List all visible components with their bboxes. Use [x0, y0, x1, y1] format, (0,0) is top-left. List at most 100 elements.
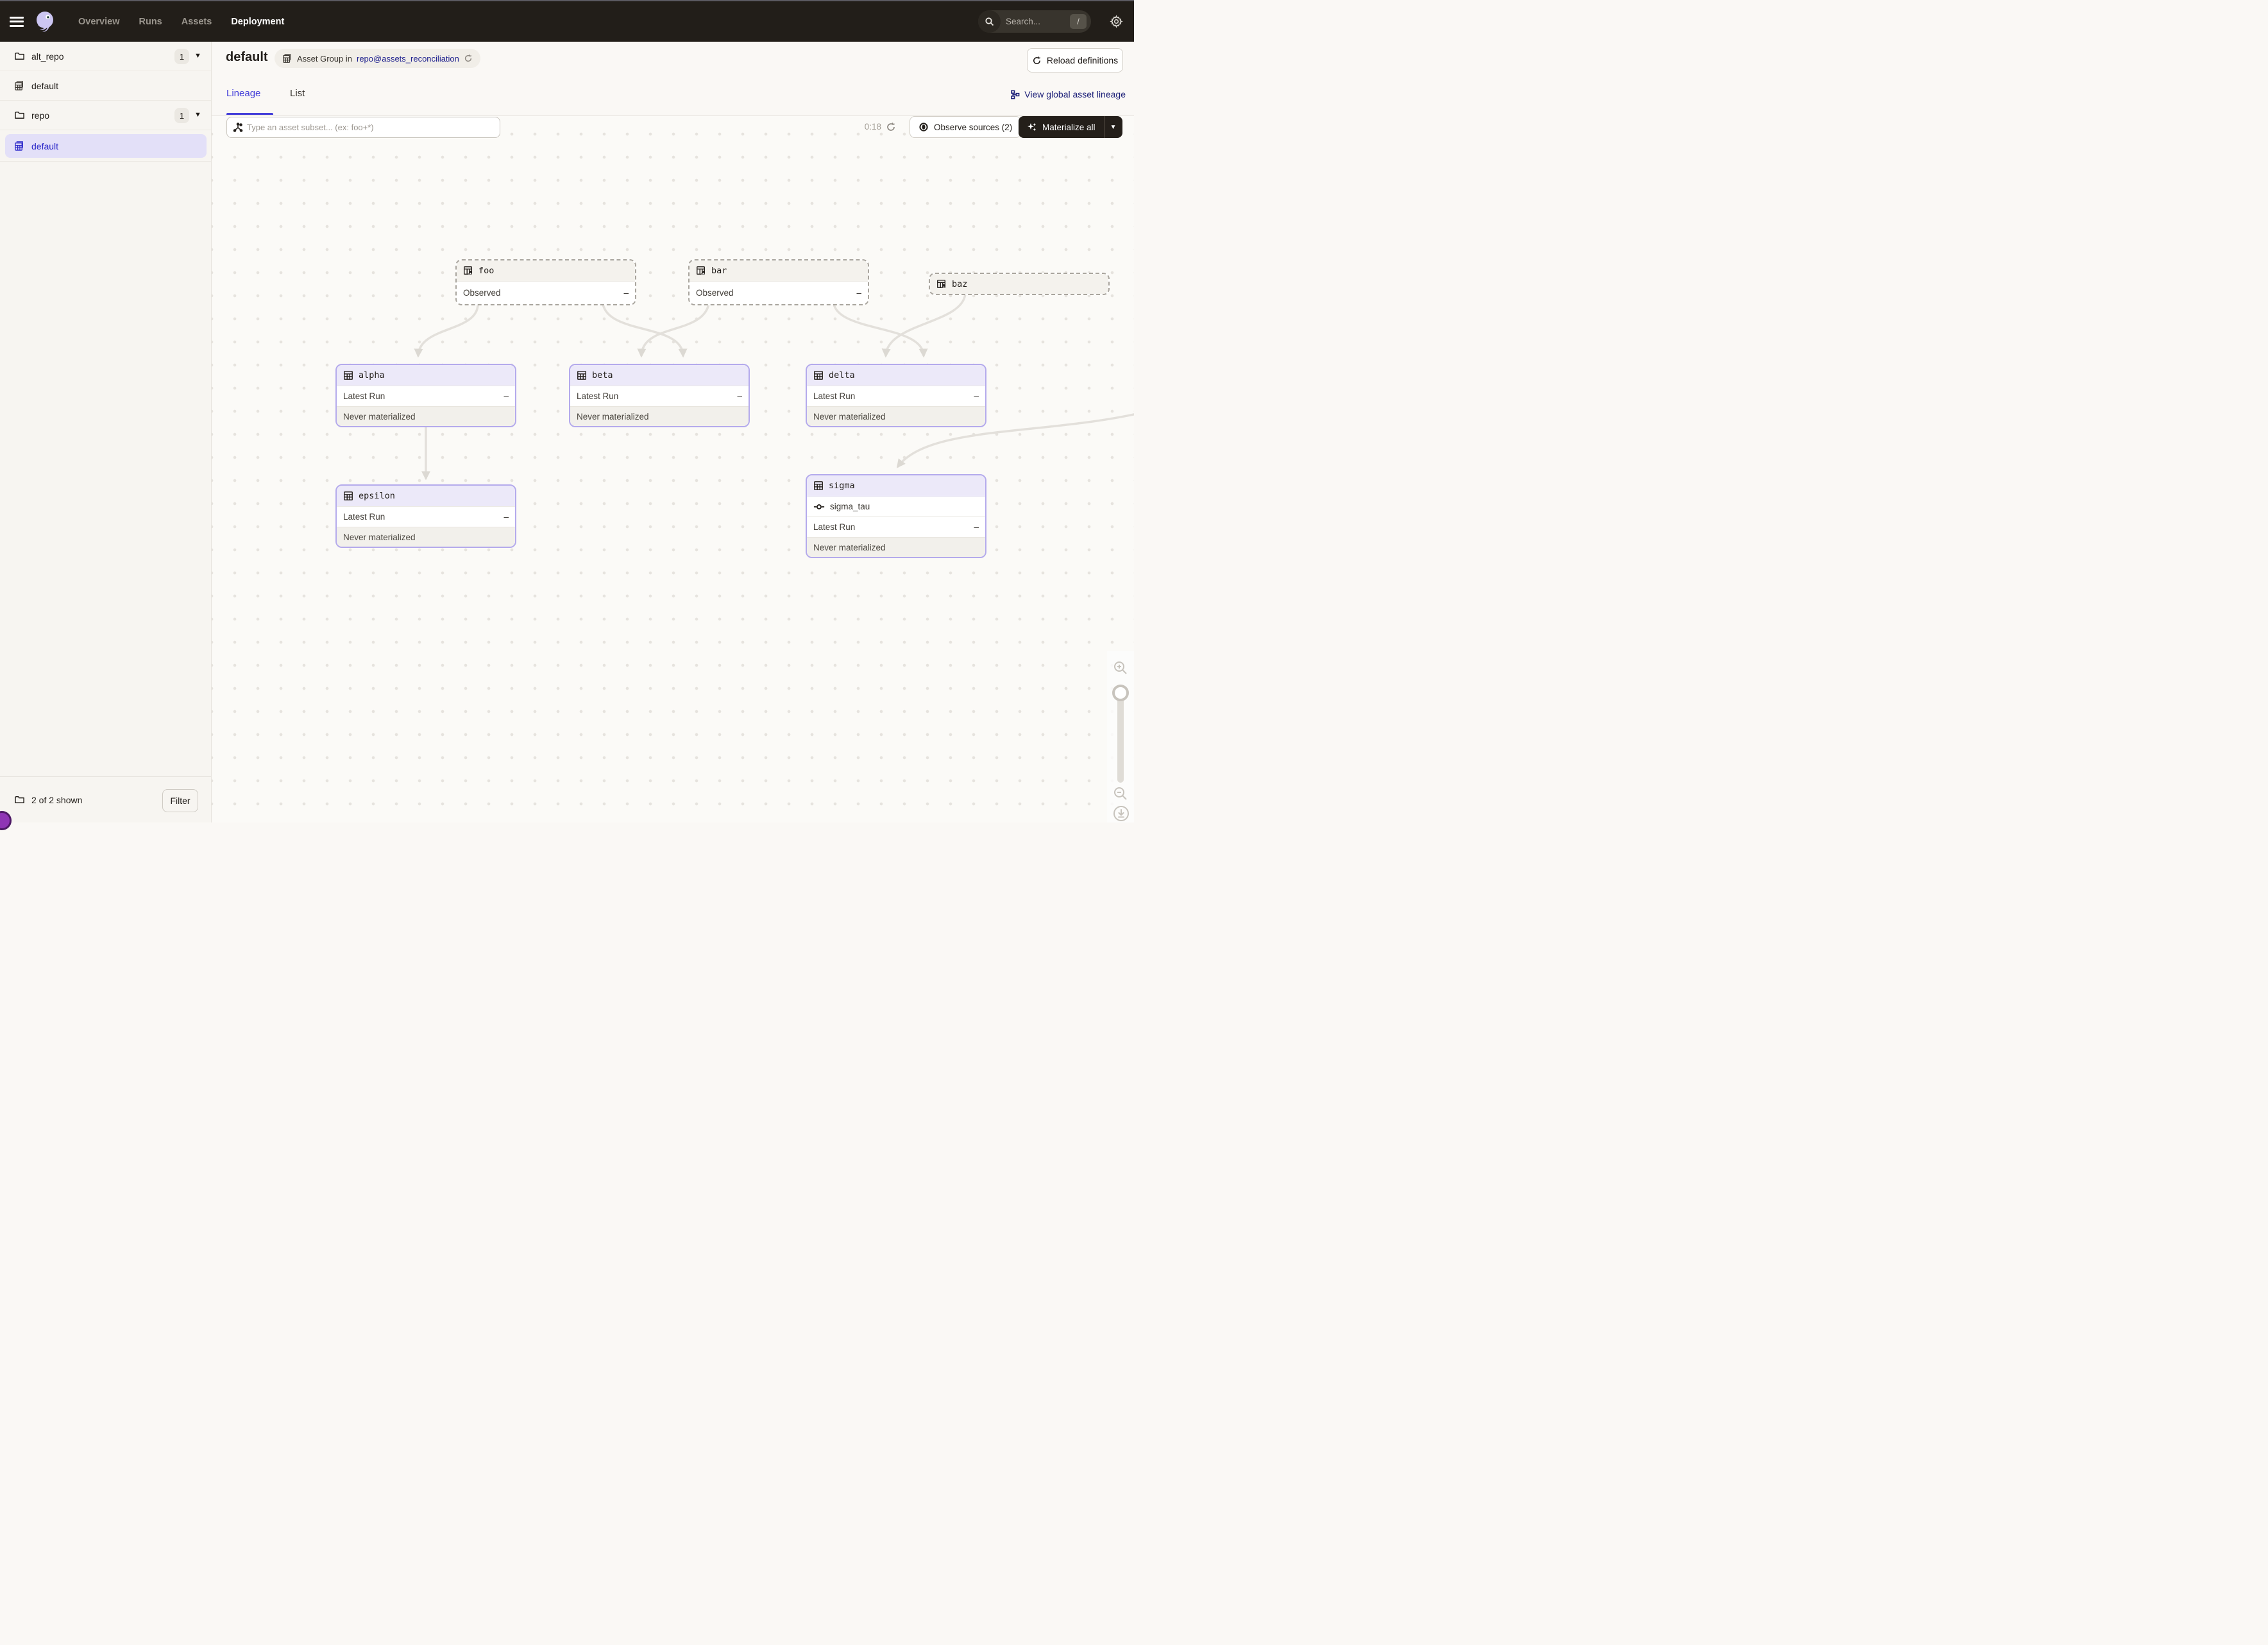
reload-definitions-button[interactable]: Reload definitions — [1027, 48, 1123, 72]
asset-node-beta[interactable]: beta Latest Run – Never materialized — [569, 364, 750, 427]
reload-location-icon[interactable] — [464, 54, 473, 63]
tab-lineage[interactable]: Lineage — [226, 88, 260, 99]
observe-eye-icon — [918, 122, 929, 132]
table-icon — [343, 370, 353, 380]
sidebar-item-alt-repo[interactable]: alt_repo 1 ▼ — [0, 42, 211, 71]
zoom-in-icon[interactable] — [1113, 660, 1128, 676]
nav-item-deployment[interactable]: Deployment — [231, 17, 284, 27]
asset-group-icon — [14, 141, 25, 151]
nav-links: Overview Runs Assets Deployment — [78, 17, 284, 27]
observed-label: Observed — [463, 288, 501, 298]
sidebar-item-repo[interactable]: repo 1 ▼ — [0, 101, 211, 130]
asset-name: sigma — [829, 481, 855, 491]
asset-node-epsilon[interactable]: epsilon Latest Run – Never materialized — [335, 484, 516, 548]
page-header: default Asset Group in repo@assets_recon… — [212, 42, 1134, 116]
refresh-icon[interactable] — [886, 122, 896, 132]
latest-run-label: Latest Run — [343, 512, 385, 522]
asset-node-alpha[interactable]: alpha Latest Run – Never materialized — [335, 364, 516, 427]
latest-run-value: – — [974, 391, 979, 401]
observe-sources-label: Observe sources (2) — [934, 123, 1012, 132]
asset-group-icon — [282, 53, 292, 64]
search-placeholder: Search... — [1006, 17, 1070, 26]
materialization-status: Never materialized — [807, 537, 985, 557]
count-badge: 1 — [174, 108, 189, 123]
asset-name: foo — [478, 266, 494, 276]
folder-icon — [14, 110, 25, 121]
asset-subset-input-wrap — [226, 117, 500, 138]
chevron-down-icon[interactable]: ▼ — [194, 52, 201, 60]
shown-count-label: 2 of 2 shown — [31, 795, 82, 805]
zoom-controls — [1107, 651, 1134, 822]
op-selector-icon — [233, 123, 243, 133]
lineage-graph-icon — [1010, 90, 1020, 99]
lineage-canvas[interactable] — [212, 116, 1134, 822]
table-icon — [577, 370, 587, 380]
table-icon — [343, 491, 353, 501]
tab-list[interactable]: List — [290, 88, 305, 99]
sidebar-item-default-altrepo[interactable]: default — [0, 71, 211, 101]
latest-run-label: Latest Run — [577, 391, 618, 401]
asset-node-bar[interactable]: bar Observed – — [688, 259, 869, 305]
breadcrumb-prefix: Asset Group in — [297, 54, 352, 64]
sidebar-item-label: default — [31, 141, 58, 151]
window-edge — [0, 0, 1134, 1]
asset-node-delta[interactable]: delta Latest Run – Never materialized — [806, 364, 986, 427]
repo-link[interactable]: repo@assets_reconciliation — [357, 54, 459, 64]
sidebar-item-default-selected[interactable]: default — [0, 130, 211, 162]
asset-check-name: sigma_tau — [830, 502, 870, 511]
table-icon — [813, 370, 824, 380]
asset-node-baz[interactable]: baz — [929, 273, 1110, 295]
source-table-icon — [936, 279, 947, 289]
materialization-status: Never materialized — [570, 406, 749, 426]
nav-item-runs[interactable]: Runs — [139, 17, 162, 27]
latest-run-value: – — [974, 522, 979, 532]
asset-name: baz — [952, 279, 967, 289]
gear-icon[interactable] — [1110, 15, 1123, 28]
chevron-down-icon[interactable]: ▼ — [194, 111, 201, 119]
asset-check-row[interactable]: sigma_tau — [807, 496, 985, 516]
view-global-asset-lineage-link[interactable]: View global asset lineage — [1010, 89, 1126, 99]
top-nav: Overview Runs Assets Deployment Search..… — [0, 1, 1134, 42]
asset-group-breadcrumb: Asset Group in repo@assets_reconciliatio… — [275, 49, 480, 68]
materialize-all-button[interactable]: Materialize all ▼ — [1019, 116, 1122, 138]
latest-run-value: – — [504, 512, 509, 522]
asset-node-sigma[interactable]: sigma sigma_tau Latest Run – Never mater… — [806, 474, 986, 558]
materialization-status: Never materialized — [337, 527, 515, 547]
search-input[interactable]: Search... / — [978, 10, 1091, 33]
asset-check-icon — [813, 502, 825, 511]
sidebar-item-label: default — [31, 81, 58, 91]
asset-name: delta — [829, 370, 855, 380]
download-icon[interactable] — [1113, 805, 1130, 822]
refresh-icon — [1032, 56, 1042, 65]
source-table-icon — [463, 266, 473, 276]
sidebar-item-label: alt_repo — [31, 51, 64, 62]
zoom-slider-track[interactable] — [1117, 688, 1124, 783]
asset-subset-input[interactable] — [247, 123, 500, 132]
zoom-slider-knob[interactable] — [1112, 685, 1129, 701]
latest-run-label: Latest Run — [813, 391, 855, 401]
page-title: default — [226, 50, 268, 65]
materialize-all-label: Materialize all — [1042, 123, 1096, 132]
folder-icon — [14, 51, 25, 62]
notification-blob — [0, 811, 12, 830]
source-table-icon — [696, 266, 706, 276]
sparkle-icon — [1027, 122, 1037, 132]
search-shortcut-key: / — [1070, 14, 1087, 29]
hamburger-menu-icon[interactable] — [10, 17, 24, 27]
asset-node-foo[interactable]: foo Observed – — [455, 259, 636, 305]
search-icon — [978, 10, 1001, 33]
asset-name: beta — [592, 370, 613, 380]
observe-sources-button[interactable]: Observe sources (2) — [910, 116, 1021, 138]
zoom-out-icon[interactable] — [1113, 786, 1128, 801]
dagster-logo-icon[interactable] — [32, 9, 58, 35]
view-global-asset-lineage-label: View global asset lineage — [1024, 89, 1126, 99]
filter-button[interactable]: Filter — [162, 789, 198, 812]
nav-item-assets[interactable]: Assets — [182, 17, 212, 27]
latest-run-value: – — [504, 391, 509, 401]
asset-name: bar — [711, 266, 727, 276]
materialize-dropdown-caret[interactable]: ▼ — [1104, 116, 1122, 138]
nav-item-overview[interactable]: Overview — [78, 17, 120, 27]
materialize-all-main[interactable]: Materialize all — [1019, 116, 1104, 138]
refresh-timer: 0:18 — [856, 122, 881, 132]
count-badge: 1 — [174, 49, 189, 64]
